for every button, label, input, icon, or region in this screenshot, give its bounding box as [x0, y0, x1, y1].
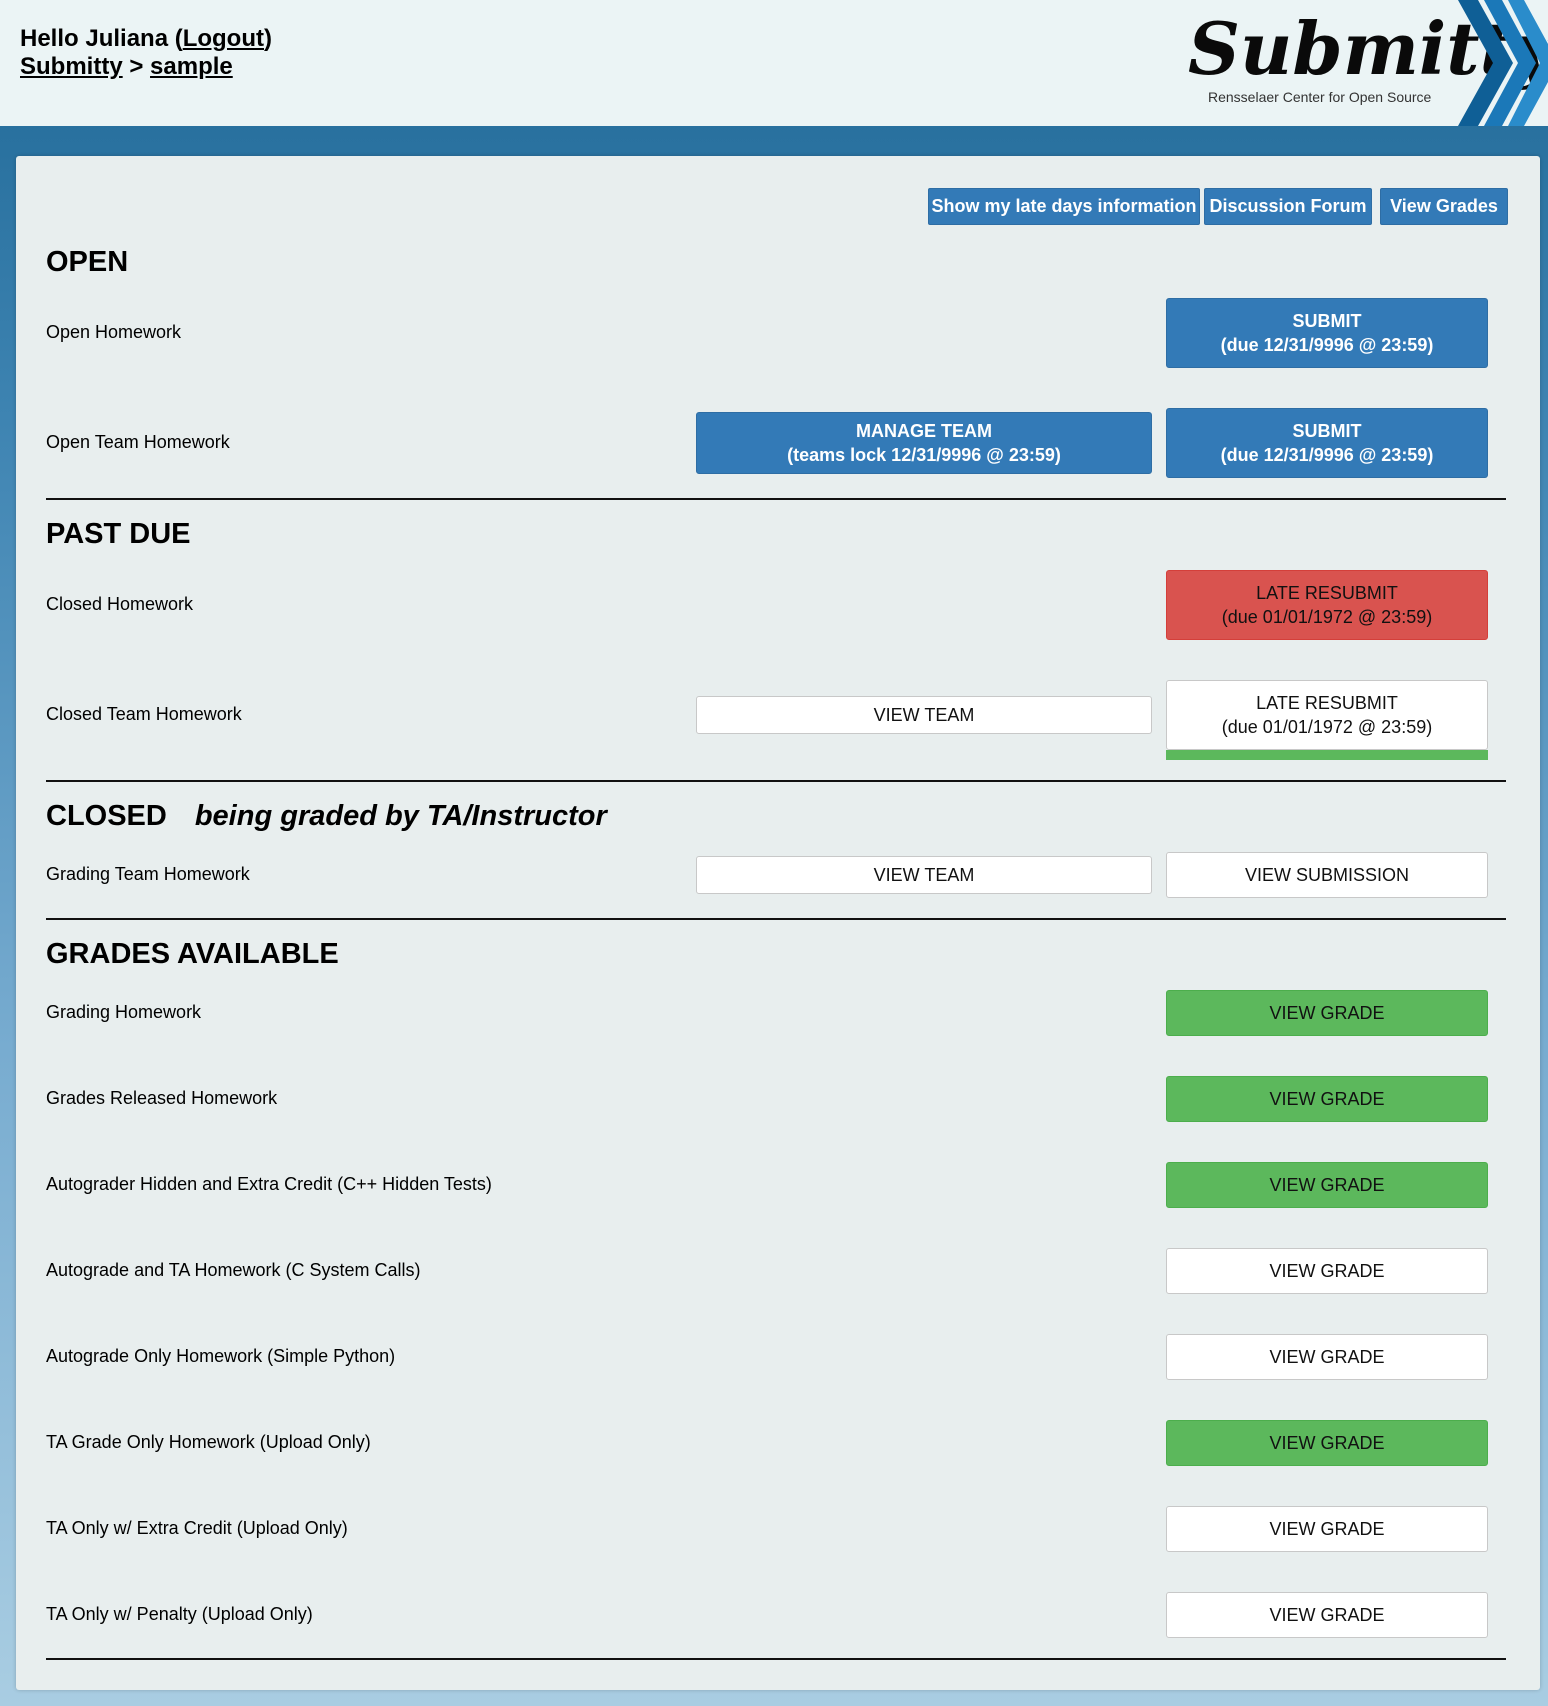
- section-divider: [46, 780, 1506, 782]
- breadcrumb: Submitty > sample: [20, 53, 272, 81]
- gradeable-name: Autograder Hidden and Extra Credit (C++ …: [46, 1174, 492, 1194]
- view-grade-button[interactable]: VIEW GRADE: [1166, 990, 1488, 1036]
- teams-lock-date: (teams lock 12/31/9996 @ 23:59): [787, 445, 1061, 465]
- manage-team-button[interactable]: MANAGE TEAM (teams lock 12/31/9996 @ 23:…: [696, 412, 1152, 474]
- gradeable-name: Grading Team Homework: [46, 864, 250, 884]
- page-header: Hello Juliana (Logout) Submitty > sample…: [0, 0, 1548, 126]
- view-grade-button[interactable]: VIEW GRADE: [1166, 1162, 1488, 1208]
- section-heading-past-due: PAST DUE: [46, 518, 191, 550]
- view-grade-button[interactable]: VIEW GRADE: [1166, 1592, 1488, 1638]
- manage-team-label: MANAGE TEAM: [856, 421, 992, 441]
- late-resubmit-due-date: (due 01/01/1972 @ 23:59): [1221, 607, 1433, 627]
- greeting-block: Hello Juliana (Logout) Submitty > sample: [20, 25, 272, 81]
- section-heading-closed-subtitle: being graded by TA/Instructor: [194, 800, 607, 832]
- view-grade-button[interactable]: VIEW GRADE: [1166, 1420, 1488, 1466]
- view-team-label: VIEW TEAM: [873, 705, 975, 725]
- late-resubmit-button[interactable]: LATE RESUBMIT (due 01/01/1972 @ 23:59): [1166, 680, 1488, 750]
- late-days-button[interactable]: Show my late days information: [928, 188, 1200, 225]
- breadcrumb-course-link[interactable]: sample: [150, 53, 233, 80]
- section-heading-grades-available: GRADES AVAILABLE: [46, 938, 339, 970]
- gradeable-name: Autograde Only Homework (Simple Python): [46, 1346, 396, 1366]
- submit-due-date: (due 12/31/9996 @ 23:59): [1220, 445, 1434, 465]
- submit-button[interactable]: SUBMIT (due 12/31/9996 @ 23:59): [1166, 408, 1488, 478]
- section-divider: [46, 1658, 1506, 1660]
- late-resubmit-label: LATE RESUBMIT: [1256, 583, 1398, 603]
- gradeable-name: Grading Homework: [46, 1002, 202, 1022]
- gradeable-name: TA Grade Only Homework (Upload Only): [46, 1432, 371, 1452]
- greeting-line: Hello Juliana (Logout): [20, 25, 272, 53]
- greeting-text: Hello Juliana (: [20, 25, 183, 52]
- view-grade-button[interactable]: VIEW GRADE: [1166, 1334, 1488, 1380]
- view-grade-label: VIEW GRADE: [1269, 1433, 1385, 1453]
- view-grades-button[interactable]: View Grades: [1380, 188, 1508, 225]
- discussion-forum-button[interactable]: Discussion Forum: [1204, 188, 1372, 225]
- view-team-label: VIEW TEAM: [873, 865, 975, 885]
- late-resubmit-button[interactable]: LATE RESUBMIT (due 01/01/1972 @ 23:59): [1166, 570, 1488, 640]
- gradeable-name: TA Only w/ Extra Credit (Upload Only): [46, 1518, 348, 1538]
- submit-button-label: SUBMIT: [1292, 421, 1362, 441]
- gradeable-name: Autograde and TA Homework (C System Call…: [46, 1260, 421, 1280]
- submit-due-date: (due 12/31/9996 @ 23:59): [1220, 335, 1434, 355]
- section-heading-closed-title: CLOSED: [46, 800, 167, 832]
- greeting-close: ): [264, 25, 272, 52]
- late-days-progress-bar: [1166, 750, 1488, 760]
- logo-tagline: Rensselaer Center for Open Source: [1208, 89, 1432, 105]
- view-grade-label: VIEW GRADE: [1269, 1175, 1385, 1195]
- view-grade-button[interactable]: VIEW GRADE: [1166, 1076, 1488, 1122]
- breadcrumb-submitty-link[interactable]: Submitty: [20, 53, 123, 80]
- breadcrumb-separator: >: [122, 53, 151, 80]
- view-submission-button[interactable]: VIEW SUBMISSION: [1166, 852, 1488, 898]
- view-grade-label: VIEW GRADE: [1269, 1519, 1385, 1539]
- submitty-logo[interactable]: Submitty Rensselaer Center for Open Sour…: [1178, 0, 1548, 126]
- view-grade-label: VIEW GRADE: [1269, 1261, 1385, 1281]
- view-grade-button[interactable]: VIEW GRADE: [1166, 1248, 1488, 1294]
- late-resubmit-due-date: (due 01/01/1972 @ 23:59): [1221, 717, 1433, 737]
- submit-button-label: SUBMIT: [1292, 311, 1362, 331]
- gradeable-name: Grades Released Homework: [46, 1088, 278, 1108]
- gradeable-name: Closed Team Homework: [46, 704, 242, 724]
- late-resubmit-label: LATE RESUBMIT: [1256, 693, 1398, 713]
- section-heading-open: OPEN: [46, 246, 129, 278]
- gradeable-name: Closed Homework: [46, 594, 194, 614]
- gradeable-name: TA Only w/ Penalty (Upload Only): [46, 1604, 313, 1624]
- view-team-button[interactable]: VIEW TEAM: [696, 856, 1152, 894]
- section-divider: [46, 498, 1506, 500]
- logout-link[interactable]: Logout: [183, 25, 264, 52]
- view-submission-label: VIEW SUBMISSION: [1244, 865, 1410, 885]
- section-divider: [46, 918, 1506, 920]
- section-heading-closed: CLOSED being graded by TA/Instructor: [46, 800, 607, 832]
- view-grade-label: VIEW GRADE: [1269, 1605, 1385, 1625]
- gradeable-name: Open Homework: [46, 322, 182, 342]
- view-grade-button[interactable]: VIEW GRADE: [1166, 1506, 1488, 1552]
- submit-button[interactable]: SUBMIT (due 12/31/9996 @ 23:59): [1166, 298, 1488, 368]
- view-team-button[interactable]: VIEW TEAM: [696, 696, 1152, 734]
- view-grade-label: VIEW GRADE: [1269, 1003, 1385, 1023]
- gradeable-name: Open Team Homework: [46, 432, 230, 452]
- view-grade-label: VIEW GRADE: [1269, 1089, 1385, 1109]
- view-grade-label: VIEW GRADE: [1269, 1347, 1385, 1367]
